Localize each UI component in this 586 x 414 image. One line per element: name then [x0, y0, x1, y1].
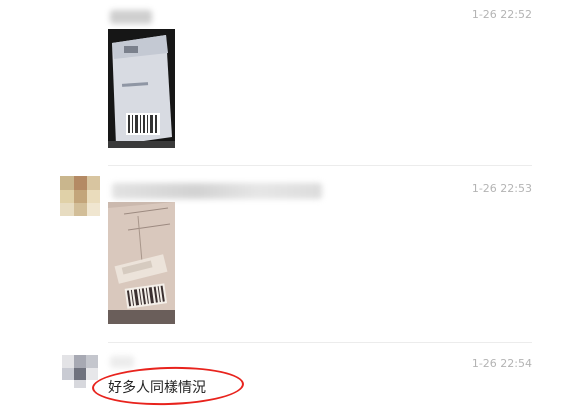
- sender-name-blurred: [110, 356, 134, 368]
- message-timestamp: 1-26 22:54: [471, 357, 532, 370]
- boxed-product-photo: [108, 202, 175, 324]
- chat-message: 1-26 22:54 好多人同樣情況: [0, 343, 586, 414]
- message-timestamp: 1-26 22:52: [471, 8, 532, 21]
- sender-name-blurred: [112, 183, 322, 199]
- message-text: 好多人同樣情況: [108, 380, 206, 396]
- avatar[interactable]: [60, 176, 100, 216]
- boxed-product-photo: [108, 29, 175, 148]
- message-timestamp: 1-26 22:53: [471, 182, 532, 195]
- chat-message: 1-26 22:53: [0, 166, 586, 343]
- blurred-avatar-image: [60, 176, 100, 216]
- sender-name-blurred: [110, 10, 152, 24]
- chat-message: 1-26 22:52: [0, 0, 586, 166]
- barcode-graphic: [126, 113, 160, 135]
- photo-attachment[interactable]: [108, 202, 175, 324]
- photo-attachment[interactable]: [108, 29, 175, 148]
